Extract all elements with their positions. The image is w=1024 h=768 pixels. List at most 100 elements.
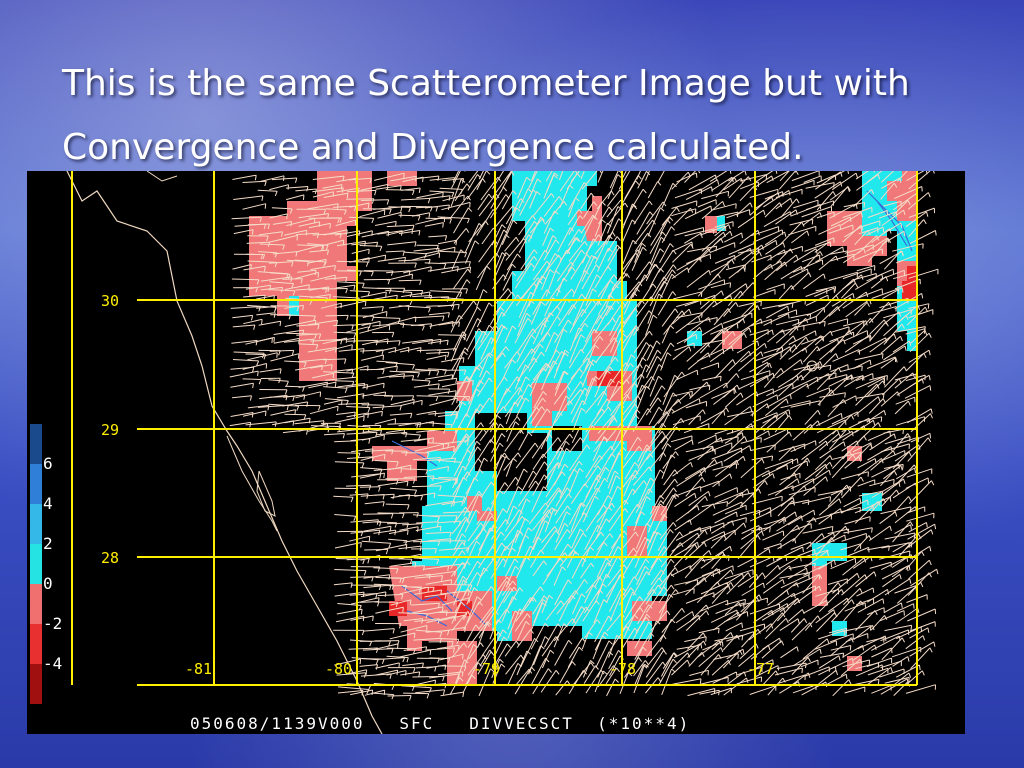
wind-barb-shaft	[428, 235, 447, 238]
wind-barb-tick	[717, 179, 720, 185]
wind-barb-shaft	[232, 264, 252, 270]
wind-barb	[467, 174, 482, 191]
wind-barb-shaft	[791, 171, 820, 182]
wind-barb-shaft	[722, 373, 737, 389]
wind-barb-shaft	[231, 278, 259, 281]
wind-barb	[671, 171, 691, 190]
wind-barb-tick	[775, 240, 778, 246]
wind-barb-shaft	[892, 496, 909, 515]
wind-barb-tick	[444, 355, 447, 361]
wind-barb-shaft	[701, 190, 729, 200]
wind-barb	[670, 435, 693, 443]
wind-barb	[672, 291, 703, 300]
wind-barb	[402, 338, 434, 345]
wind-barb-shaft	[597, 171, 604, 183]
wind-barb-tick	[840, 181, 843, 187]
wind-barb-tick	[667, 443, 672, 448]
wind-barb	[819, 441, 846, 459]
wind-barb	[806, 306, 826, 317]
wind-barb	[230, 306, 261, 312]
wind-barb-tick	[859, 498, 862, 504]
wind-barb	[361, 391, 387, 398]
wind-barb-tick	[669, 529, 674, 534]
wind-barb-tick	[748, 327, 752, 333]
wind-barb	[334, 487, 358, 494]
wind-barb-shaft	[674, 519, 691, 531]
wind-barb-tick	[924, 306, 928, 312]
wind-barb-tick	[283, 175, 285, 181]
wind-barb	[829, 331, 855, 343]
wind-barb-shaft	[657, 171, 665, 183]
wind-barb-shaft	[347, 339, 378, 342]
wind-barb	[334, 514, 357, 521]
wind-barb-tick	[645, 385, 651, 390]
wind-barb-tick	[896, 489, 900, 495]
wind-barb-tick	[656, 356, 662, 361]
wind-barb-tick	[761, 458, 765, 464]
wind-barb-shaft	[346, 431, 378, 435]
wind-barb	[854, 353, 884, 361]
wind-barb	[441, 266, 472, 274]
wind-barb-tick	[432, 421, 435, 427]
wind-barb-tick	[794, 511, 797, 517]
wind-barb-shaft	[286, 186, 309, 189]
wind-barb-tick	[346, 315, 349, 321]
wind-barb	[375, 220, 397, 227]
wind-barb-tick	[265, 410, 267, 416]
wind-barb-shaft	[866, 356, 896, 369]
wind-barb-shaft	[416, 395, 438, 397]
wind-barb-tick	[302, 386, 305, 392]
wind-barb-tick	[734, 177, 738, 183]
wind-barb-tick	[749, 202, 753, 208]
wind-barb-tick	[835, 255, 839, 261]
wind-barb-shaft	[700, 362, 719, 370]
wind-barb	[476, 302, 493, 328]
wind-barb-shaft	[386, 224, 415, 228]
wind-barb-tick	[449, 218, 452, 224]
wind-barb-tick	[831, 526, 834, 532]
wind-barb-shaft	[476, 289, 484, 308]
wind-barb-tick	[406, 522, 409, 529]
wind-barb	[346, 431, 378, 438]
wind-barb-tick	[811, 219, 814, 225]
wind-barb-tick	[656, 340, 661, 345]
wind-barb-shaft	[856, 392, 885, 399]
wind-barb	[663, 469, 679, 486]
wind-barb-shaft	[830, 486, 851, 496]
wind-barb	[831, 411, 859, 425]
wind-barb-tick	[850, 414, 855, 420]
wind-barb	[672, 462, 693, 477]
wind-barb-shaft	[465, 240, 476, 264]
wind-barb-tick	[427, 198, 431, 204]
wind-barb-tick	[828, 470, 831, 476]
wind-barb-tick	[914, 467, 917, 473]
wind-barb	[372, 331, 395, 338]
wind-barb-shaft	[649, 385, 663, 407]
wind-barb-tick	[658, 406, 663, 412]
wind-barb-tick	[923, 353, 927, 359]
wind-barb	[377, 230, 403, 236]
wind-barb-shaft	[403, 251, 427, 255]
wind-barb-tick	[295, 177, 298, 183]
wind-barb-tick	[404, 257, 406, 263]
wind-barb-tick	[672, 264, 677, 269]
wind-barb-tick	[720, 437, 723, 443]
wind-barb-shaft	[411, 212, 430, 217]
wind-barb-tick	[661, 385, 666, 390]
wind-barb-shaft	[387, 522, 409, 525]
wind-barb-tick	[428, 370, 431, 376]
wind-barb-tick	[923, 219, 927, 225]
wind-barb	[672, 392, 691, 407]
wind-barb-shaft	[761, 464, 788, 478]
wind-barb-shaft	[670, 435, 693, 443]
wind-barb	[233, 195, 264, 201]
wind-barb-tick	[928, 375, 931, 381]
wind-barb-tick	[406, 504, 410, 510]
wind-barb-shaft	[232, 324, 255, 328]
wind-barb-tick	[717, 273, 721, 279]
wind-barb	[803, 273, 826, 290]
wind-barb	[416, 395, 439, 402]
wind-barb-tick	[737, 436, 739, 442]
wind-barb-shaft	[844, 334, 871, 353]
wind-barb-shaft	[841, 471, 869, 480]
